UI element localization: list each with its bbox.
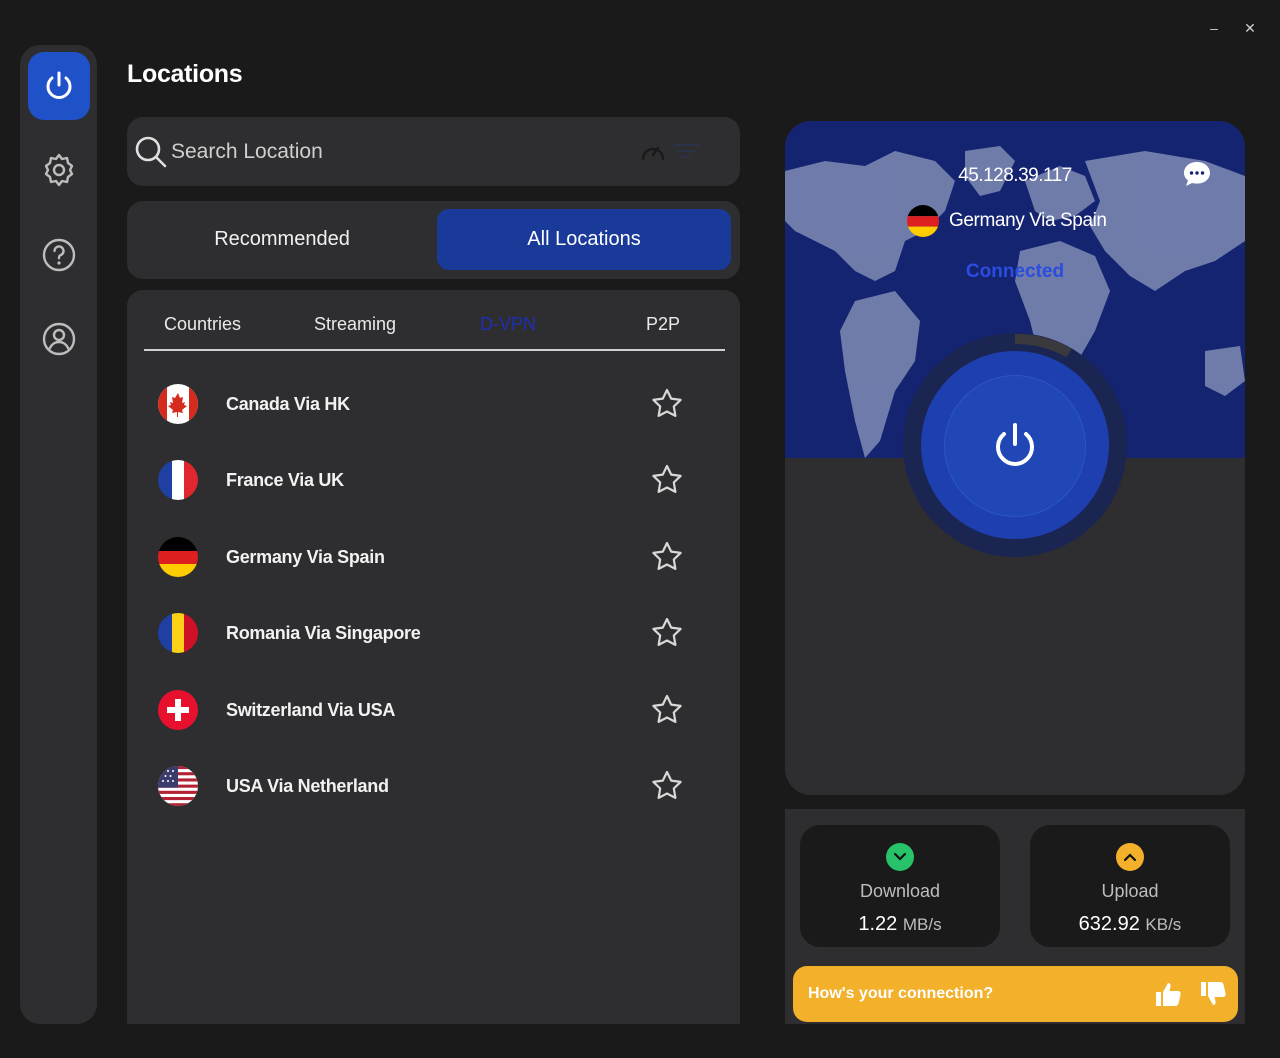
- account-icon: [42, 322, 76, 356]
- feedback-bar: How's your connection?: [793, 966, 1238, 1022]
- tab-all-locations[interactable]: All Locations: [437, 209, 731, 270]
- power-icon: [996, 423, 1034, 466]
- location-item-romania[interactable]: Romania Via Singapore: [158, 603, 718, 663]
- download-label: Download: [859, 881, 941, 901]
- connected-location: Germany Via Spain: [907, 205, 1107, 237]
- page-title: Locations: [127, 60, 243, 88]
- romania-flag-icon: [158, 613, 198, 653]
- location-item-usa[interactable]: USA Via Netherland: [158, 756, 718, 816]
- germany-flag-icon: [158, 537, 198, 577]
- download-speed: 1.22: [858, 913, 898, 935]
- france-flag-icon: [158, 460, 198, 500]
- sidebar-item-settings[interactable]: [28, 136, 90, 204]
- upload-value: 632.92 KB/s: [1030, 913, 1230, 936]
- location-name: France Via UK: [226, 469, 344, 490]
- switzerland-flag-icon: [158, 690, 198, 730]
- location-name: Canada Via HK: [226, 393, 350, 414]
- locations-panel: Countries Streaming D-VPN P2P Canada Via…: [127, 290, 740, 1024]
- tab-recommended[interactable]: Recommended: [135, 209, 429, 270]
- sidebar-item-connect[interactable]: [28, 52, 90, 120]
- upload-label: Upload: [1101, 881, 1159, 901]
- gear-icon: [44, 153, 74, 187]
- chat-icon[interactable]: [1181, 159, 1213, 189]
- download-arrow-icon: [886, 843, 914, 871]
- search-input[interactable]: [171, 139, 611, 164]
- favorite-star-icon[interactable]: [650, 769, 684, 803]
- favorite-star-icon[interactable]: [650, 693, 684, 727]
- location-name: Germany Via Spain: [226, 546, 385, 567]
- location-name: Romania Via Singapore: [226, 622, 421, 643]
- thumbs-up-icon[interactable]: [1153, 979, 1183, 1009]
- sidebar-item-account[interactable]: [28, 305, 90, 373]
- location-item-france[interactable]: France Via UK: [158, 450, 718, 510]
- category-tabs: Countries Streaming D-VPN P2P: [144, 290, 725, 351]
- favorite-star-icon[interactable]: [650, 540, 684, 574]
- search-icon: [135, 136, 167, 167]
- download-value: 1.22 MB/s: [800, 913, 1000, 936]
- canada-flag-icon: [158, 384, 198, 424]
- search-bar: [127, 117, 740, 186]
- tab-dvpn[interactable]: D-VPN: [480, 314, 536, 335]
- tab-countries[interactable]: Countries: [164, 314, 241, 335]
- minimize-button[interactable]: –: [1206, 18, 1222, 38]
- upload-arrow-icon: [1116, 843, 1144, 871]
- connected-location-name: Germany Via Spain: [949, 210, 1107, 231]
- favorite-star-icon[interactable]: [650, 387, 684, 421]
- location-tabs: Recommended All Locations: [127, 201, 740, 279]
- tab-streaming[interactable]: Streaming: [314, 314, 396, 335]
- ip-address: 45.128.39.117: [958, 165, 1072, 186]
- upload-speed: 632.92: [1078, 913, 1140, 935]
- usa-flag-icon: [158, 766, 198, 806]
- thumbs-down-icon[interactable]: [1198, 979, 1228, 1009]
- location-name: Switzerland Via USA: [226, 699, 396, 720]
- sidebar-item-help[interactable]: [28, 221, 90, 289]
- connection-panel: 45.128.39.117 Germany Via Spain Connecte…: [785, 121, 1245, 795]
- favorite-star-icon[interactable]: [650, 616, 684, 650]
- filter-icon[interactable]: [670, 139, 702, 163]
- feedback-prompt: How's your connection?: [808, 985, 994, 1002]
- upload-unit: KB/s: [1145, 915, 1182, 934]
- location-item-germany[interactable]: Germany Via Spain: [158, 527, 718, 587]
- window-controls: – ✕: [1206, 18, 1258, 38]
- location-item-switzerland[interactable]: Switzerland Via USA: [158, 680, 718, 740]
- favorite-star-icon[interactable]: [650, 463, 684, 497]
- sidebar: [20, 45, 97, 1024]
- location-item-canada[interactable]: Canada Via HK: [158, 374, 718, 434]
- upload-card: Upload 632.92 KB/s: [1030, 825, 1230, 947]
- power-icon: [46, 71, 72, 99]
- connection-status: Connected: [965, 261, 1065, 282]
- stats-panel: Download 1.22 MB/s Upload 632.92 KB/s Ho…: [785, 809, 1245, 1024]
- location-name: USA Via Netherland: [226, 775, 389, 796]
- download-card: Download 1.22 MB/s: [800, 825, 1000, 947]
- download-unit: MB/s: [902, 915, 942, 934]
- tab-p2p[interactable]: P2P: [646, 314, 680, 335]
- germany-flag-icon: [907, 205, 939, 237]
- search-tools: [640, 139, 702, 163]
- connect-power-button[interactable]: [944, 375, 1086, 517]
- help-icon: [42, 238, 76, 272]
- speed-sort-icon[interactable]: [640, 139, 666, 163]
- close-button[interactable]: ✕: [1242, 18, 1258, 38]
